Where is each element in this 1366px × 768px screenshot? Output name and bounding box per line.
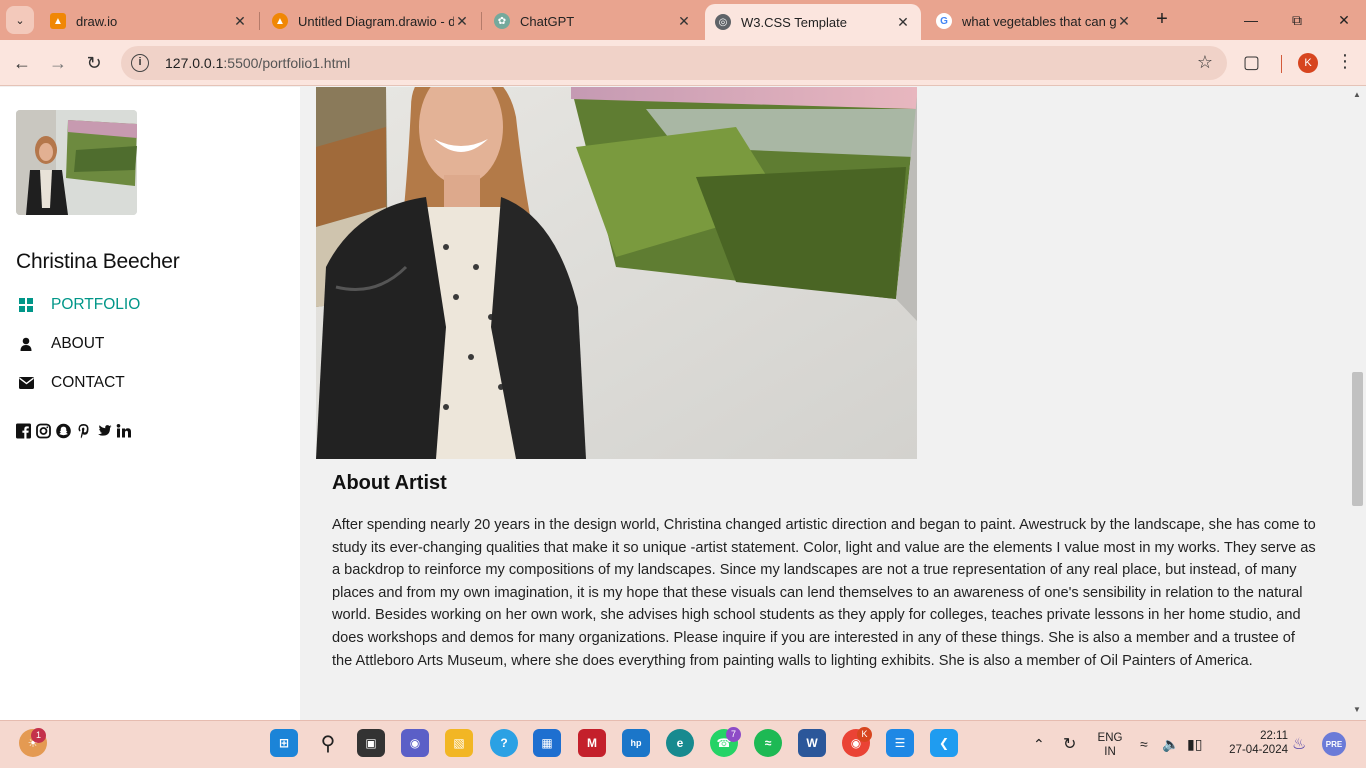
task-view-icon[interactable]: ▣: [357, 729, 385, 757]
globe-icon: ◎: [715, 14, 731, 30]
volume-icon[interactable]: 🔈: [1162, 736, 1179, 753]
grid-icon: [16, 298, 36, 312]
file-explorer-icon[interactable]: ▧: [445, 729, 473, 757]
artist-name: Christina Beecher: [16, 250, 180, 273]
sidebar: Christina Beecher PORTFOLIO ABOUT CONTAC…: [0, 87, 300, 720]
user-icon: [16, 337, 36, 351]
tab-google-search[interactable]: G what vegetables that can g ✕: [926, 6, 1142, 36]
url-text: 127.0.0.1:5500/portfolio1.html: [165, 55, 351, 71]
scrollbar-thumb[interactable]: [1352, 372, 1363, 506]
spotify-icon[interactable]: ≈: [754, 729, 782, 757]
instagram-icon[interactable]: [36, 423, 51, 439]
close-window-button[interactable]: ✕: [1329, 8, 1359, 32]
teams-chat-icon[interactable]: ◉: [401, 729, 429, 757]
envelope-icon: [16, 376, 36, 390]
tab-chatgpt[interactable]: ✿ ChatGPT ✕: [484, 6, 702, 36]
battery-icon[interactable]: ▮▯: [1187, 736, 1202, 753]
tab-separator: [481, 12, 482, 30]
minimize-button[interactable]: —: [1236, 8, 1266, 32]
toolbar-separator: [1281, 55, 1282, 73]
snapchat-icon[interactable]: [56, 423, 71, 439]
artist-hero-photo: [316, 87, 917, 459]
forward-button[interactable]: →: [45, 50, 71, 76]
reload-icon: ↻: [86, 53, 102, 73]
close-icon[interactable]: ✕: [232, 13, 248, 30]
edge-icon[interactable]: e: [666, 729, 694, 757]
nav-contact[interactable]: CONTACT: [16, 374, 125, 392]
windows-taskbar: ☀ 1 ⊞ ⚲ ▣ ◉ ▧ ? ▦ M hp e ☎ 7 ≈ W ◉ K ☰ ❮…: [0, 720, 1366, 768]
more-menu-icon[interactable]: ⋮: [1336, 51, 1354, 72]
back-button[interactable]: ←: [9, 50, 35, 76]
vscode-icon[interactable]: ❮: [930, 729, 958, 757]
mcafee-icon[interactable]: M: [578, 729, 606, 757]
facebook-icon[interactable]: [16, 423, 31, 439]
copilot-icon[interactable]: ?: [490, 729, 518, 757]
clock[interactable]: 22:11 27-04-2024: [1228, 729, 1288, 757]
social-links: [16, 423, 131, 439]
close-icon[interactable]: ✕: [895, 14, 911, 31]
chevron-up-icon[interactable]: ⌃: [1033, 736, 1045, 753]
profile-avatar[interactable]: K: [1298, 53, 1318, 73]
artist-avatar: [16, 110, 137, 215]
tab-separator: [259, 12, 260, 30]
scroll-up-icon[interactable]: ▲: [1353, 90, 1361, 99]
main-content: About Artist After spending nearly 20 ye…: [300, 87, 1350, 720]
restore-button[interactable]: ⧉: [1282, 8, 1312, 32]
about-title: About Artist: [332, 472, 447, 494]
notification-bell-icon[interactable]: ♨: [1292, 734, 1306, 754]
sync-icon[interactable]: ↻: [1063, 734, 1076, 754]
wifi-icon[interactable]: ≈: [1140, 736, 1148, 752]
whatsapp-badge: 7: [726, 727, 741, 742]
close-icon[interactable]: ✕: [454, 13, 470, 30]
nav-label: PORTFOLIO: [51, 296, 141, 313]
weather-badge: 1: [31, 728, 46, 743]
arrow-left-icon: ←: [13, 53, 31, 73]
windows-start-icon[interactable]: ⊞: [270, 729, 298, 757]
nav-portfolio[interactable]: PORTFOLIO: [16, 296, 140, 314]
nav-about[interactable]: ABOUT: [16, 335, 104, 353]
browser-tab-strip: ⌄ ▲ draw.io ✕ ▲ Untitled Diagram.drawio …: [0, 0, 1366, 40]
extensions-puzzle-icon[interactable]: ▢: [1243, 52, 1260, 73]
arrow-right-icon: →: [49, 53, 67, 73]
tab-untitled-diagram[interactable]: ▲ Untitled Diagram.drawio - d ✕: [262, 6, 480, 36]
pinterest-icon[interactable]: [76, 423, 91, 439]
language-indicator[interactable]: ENG IN: [1094, 731, 1126, 759]
new-tab-button[interactable]: +: [1150, 8, 1174, 32]
word-icon[interactable]: W: [798, 729, 826, 757]
nav-label: ABOUT: [51, 335, 105, 352]
tab-w3css-template[interactable]: ◎ W3.CSS Template ✕: [705, 4, 921, 40]
twitter-icon[interactable]: [96, 423, 112, 439]
tab-search-button[interactable]: ⌄: [6, 6, 34, 34]
about-paragraph: After spending nearly 20 years in the de…: [332, 517, 1316, 669]
page-viewport: Christina Beecher PORTFOLIO ABOUT CONTAC…: [0, 87, 1366, 720]
artist-photo-thumbnail: [16, 110, 137, 215]
scroll-down-icon[interactable]: ▼: [1353, 705, 1361, 714]
notepad-icon[interactable]: ☰: [886, 729, 914, 757]
close-icon[interactable]: ✕: [676, 13, 692, 30]
bookmark-star-icon[interactable]: ☆: [1197, 52, 1213, 73]
copilot-pre-icon[interactable]: PRE: [1322, 732, 1346, 756]
drawio-icon: ▲: [50, 13, 66, 29]
chevron-down-icon: ⌄: [15, 14, 25, 27]
nav-label: CONTACT: [51, 374, 125, 391]
chrome-profile-badge: K: [857, 727, 872, 742]
tab-drawio[interactable]: ▲ draw.io ✕: [40, 6, 258, 36]
search-icon[interactable]: ⚲: [314, 729, 342, 757]
address-bar[interactable]: i 127.0.0.1:5500/portfolio1.html ☆: [121, 46, 1227, 80]
reload-button[interactable]: ↻: [81, 50, 107, 76]
browser-toolbar: ← → ↻ i 127.0.0.1:5500/portfolio1.html ☆: [0, 40, 1366, 86]
site-info-icon[interactable]: i: [131, 54, 149, 72]
close-icon[interactable]: ✕: [1116, 13, 1132, 30]
microsoft-store-icon[interactable]: ▦: [533, 729, 561, 757]
linkedin-icon[interactable]: [116, 423, 131, 439]
drawio-icon: ▲: [272, 13, 288, 29]
chatgpt-icon: ✿: [494, 13, 510, 29]
artist-with-painting-image: [316, 87, 917, 459]
myhp-icon[interactable]: hp: [622, 729, 650, 757]
google-icon: G: [936, 13, 952, 29]
